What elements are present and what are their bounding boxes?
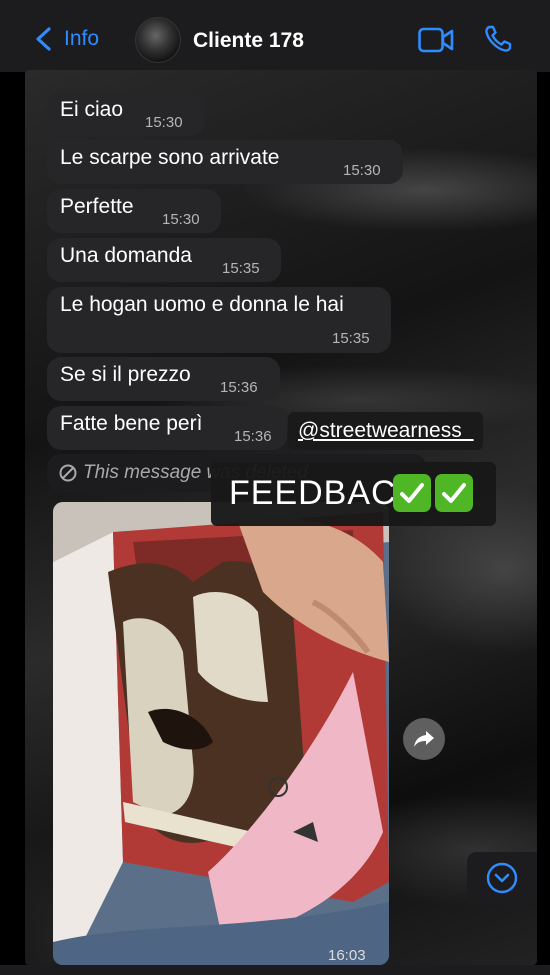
message-time: 15:35 — [222, 260, 260, 277]
forward-icon — [414, 731, 434, 747]
message-time: 15:36 — [220, 379, 258, 396]
shoe-photo-image — [53, 502, 389, 965]
message-time: 15:30 — [343, 162, 381, 179]
scroll-down-button[interactable] — [467, 852, 537, 904]
photo-time: 16:03 — [328, 947, 366, 964]
message-bubble[interactable]: Una domanda 15:35 — [47, 238, 281, 282]
input-bar-edge — [0, 965, 550, 975]
video-call-icon[interactable] — [418, 27, 454, 53]
username-sticker: @streetwearness_ — [288, 412, 484, 450]
feedback-sticker: FEEDBACK — [211, 462, 496, 526]
message-text: Fatte bene perì — [60, 412, 203, 435]
blocked-icon — [59, 464, 77, 482]
message-time: 15:30 — [145, 114, 183, 131]
message-bubble[interactable]: Fatte bene perì 15:36 — [47, 406, 287, 450]
message-bubble[interactable]: Le hogan uomo e donna le hai 15:35 — [47, 287, 391, 353]
message-text: Le hogan uomo e donna le hai — [60, 293, 344, 316]
checkmark-icon — [435, 474, 473, 512]
contact-name[interactable]: Cliente 178 — [193, 29, 304, 53]
chevron-left-icon — [36, 27, 51, 51]
message-bubble[interactable]: Ei ciao 15:30 — [47, 92, 204, 136]
phone-icon[interactable] — [484, 25, 512, 53]
message-text: Perfette — [60, 195, 134, 218]
forward-button[interactable] — [403, 718, 445, 760]
username-text: @streetwearness_ — [298, 419, 474, 442]
message-text: Ei ciao — [60, 98, 124, 121]
message-time: 15:35 — [332, 330, 370, 347]
message-text: Le scarpe sono arrivate — [60, 146, 280, 169]
shoe-photo[interactable] — [53, 502, 389, 965]
message-bubble[interactable]: Le scarpe sono arrivate 15:30 — [47, 140, 403, 184]
message-text: Se si il prezzo — [60, 363, 191, 386]
message-bubble[interactable]: Perfette 15:30 — [47, 189, 221, 233]
message-time: 15:36 — [234, 428, 272, 445]
back-button[interactable]: Info — [34, 26, 99, 52]
chevron-down-icon — [486, 862, 518, 894]
message-text: Una domanda — [60, 244, 192, 267]
chat-header: Info Cliente 178 — [0, 0, 550, 72]
message-time: 15:30 — [162, 211, 200, 228]
checkmark-icon — [393, 474, 431, 512]
chat-area[interactable]: Ei ciao 15:30 Le scarpe sono arrivate 15… — [25, 70, 537, 965]
check-marks — [393, 474, 473, 512]
back-label: Info — [64, 27, 100, 50]
avatar[interactable] — [135, 17, 181, 63]
feedback-text: FEEDBACK — [229, 474, 421, 512]
message-bubble[interactable]: Se si il prezzo 15:36 — [47, 357, 280, 401]
